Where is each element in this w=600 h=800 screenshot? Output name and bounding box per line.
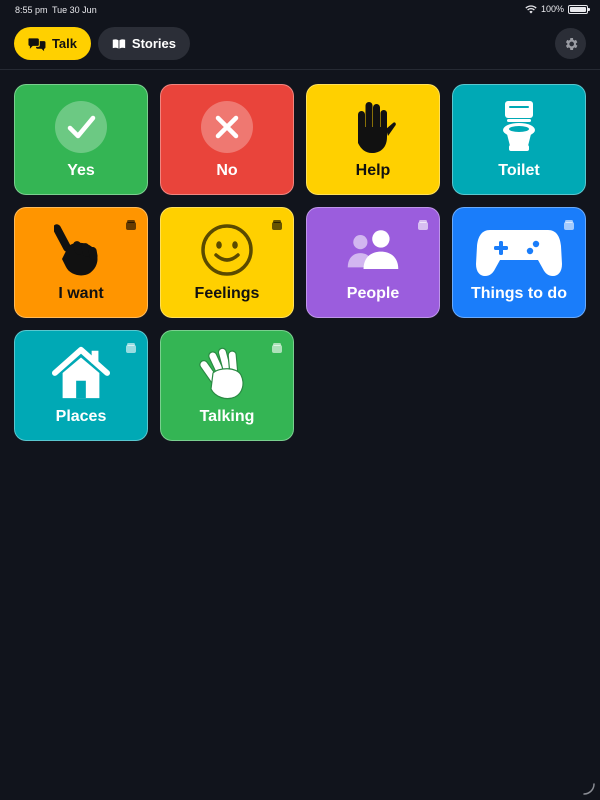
tile-label: Things to do: [471, 285, 567, 302]
header: Talk Stories: [0, 20, 600, 70]
tab-talk-label: Talk: [51, 36, 77, 51]
status-date: Tue 30 Jun: [52, 5, 97, 15]
toilet-icon: [489, 97, 549, 157]
folder-icon: [271, 218, 283, 230]
folder-icon: [563, 218, 575, 230]
corner-resize-icon: [583, 783, 595, 795]
open-book-icon: [112, 38, 126, 49]
tile-label: Yes: [67, 162, 95, 179]
tile-label: People: [346, 285, 400, 302]
tile-label: Talking: [199, 408, 255, 425]
tile-label: Help: [355, 162, 391, 179]
wifi-icon: [525, 4, 537, 13]
smiley-face-icon: [197, 220, 257, 280]
battery-level: [570, 6, 586, 12]
tab-stories-label: Stories: [131, 36, 176, 51]
tile-label: Places: [55, 408, 107, 425]
pointing-hand-icon: [51, 220, 111, 280]
folder-icon: [417, 218, 429, 230]
checkmark-icon: [51, 97, 111, 157]
battery-percent: 100%: [540, 4, 564, 14]
tab-stories[interactable]: Stories: [98, 27, 190, 60]
battery-icon: [568, 4, 590, 14]
tile-label: Toilet: [498, 162, 540, 179]
status-time: 8:55 pm: [15, 5, 48, 15]
tile-talking[interactable]: Talking: [160, 330, 294, 441]
speech-bubbles-icon: [28, 37, 46, 51]
status-indicators: 100%: [525, 4, 590, 14]
raised-hand-icon: [343, 97, 403, 157]
gear-icon: [565, 37, 577, 50]
tile-label: No: [216, 162, 238, 179]
settings-button[interactable]: [555, 28, 586, 59]
folder-icon: [125, 218, 137, 230]
people-icon: [343, 220, 403, 280]
tile-things-to-do[interactable]: Things to do: [452, 207, 586, 318]
tab-talk[interactable]: Talk: [14, 27, 91, 60]
tile-i-want[interactable]: I want: [14, 207, 148, 318]
tile-yes[interactable]: Yes: [14, 84, 148, 195]
cross-icon: [197, 97, 257, 157]
game-controller-icon: [474, 220, 564, 280]
tile-people[interactable]: People: [306, 207, 440, 318]
tile-toilet[interactable]: Toilet: [452, 84, 586, 195]
tile-no[interactable]: No: [160, 84, 294, 195]
waving-hand-icon: [197, 343, 257, 403]
status-bar: 8:55 pm Tue 30 Jun 100%: [0, 0, 600, 20]
folder-icon: [271, 341, 283, 353]
tile-feelings[interactable]: Feelings: [160, 207, 294, 318]
tile-help[interactable]: Help: [306, 84, 440, 195]
folder-icon: [125, 341, 137, 353]
tile-label: I want: [58, 285, 104, 302]
tile-label: Feelings: [194, 285, 260, 302]
house-icon: [51, 343, 111, 403]
tile-places[interactable]: Places: [14, 330, 148, 441]
